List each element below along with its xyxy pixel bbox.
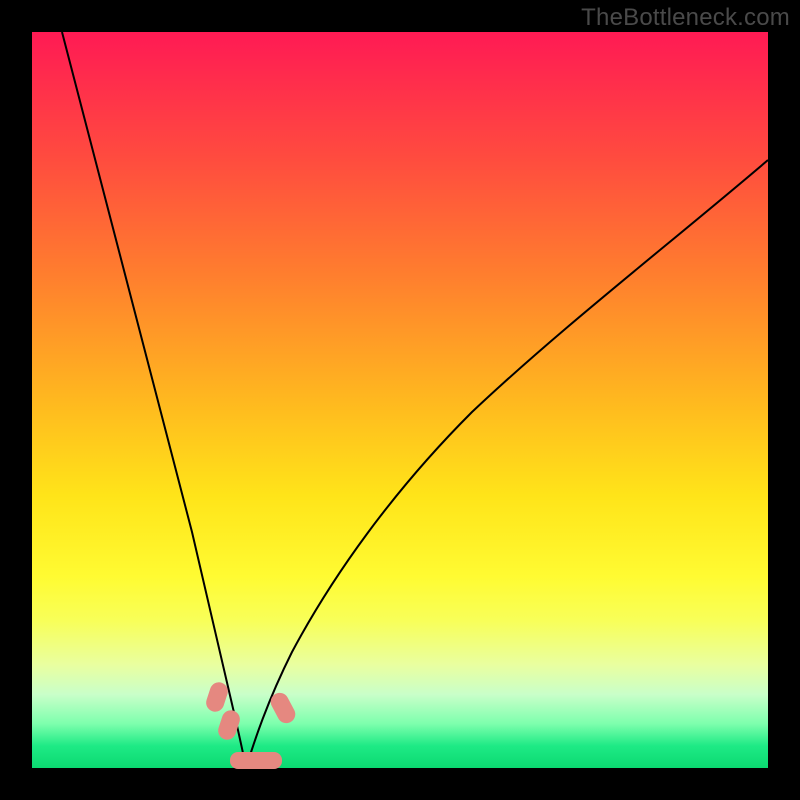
pink-marker-bottom	[230, 752, 282, 769]
pink-marker-left-lower	[216, 708, 242, 742]
pink-marker-group	[204, 680, 299, 769]
plot-area	[32, 32, 768, 768]
left-curve	[62, 32, 246, 768]
right-curve	[246, 160, 768, 768]
chart-frame: TheBottleneck.com	[0, 0, 800, 800]
watermark-text: TheBottleneck.com	[581, 4, 790, 32]
pink-marker-left-upper	[204, 680, 230, 714]
curve-layer	[32, 32, 768, 768]
